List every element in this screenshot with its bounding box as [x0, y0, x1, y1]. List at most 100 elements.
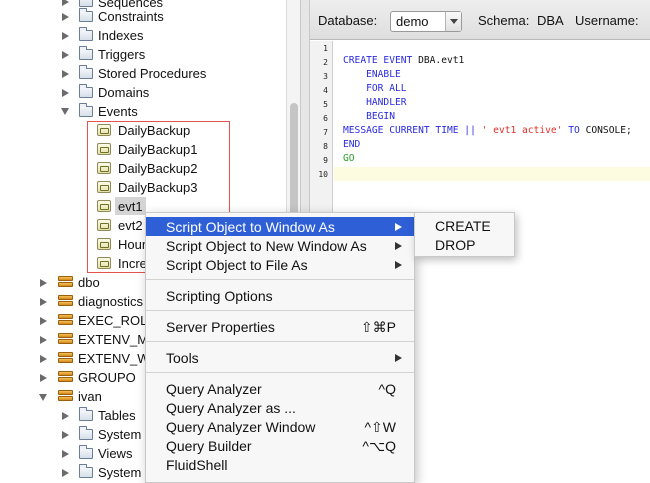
folder-icon	[79, 407, 93, 421]
menu-separator	[146, 279, 414, 280]
chevron-down-icon[interactable]	[445, 12, 461, 31]
expand-arrow-icon[interactable]	[40, 298, 47, 306]
expand-arrow-icon[interactable]	[40, 317, 47, 325]
code-identifier: DBA.evt1	[418, 55, 465, 66]
script-submenu: CREATE DROP	[414, 212, 515, 257]
folder-icon	[79, 445, 93, 459]
schema-label: Schema:	[478, 13, 530, 28]
expand-arrow-icon[interactable]	[62, 412, 69, 420]
code-line-9: GO	[343, 153, 355, 164]
folder-icon	[79, 8, 93, 22]
menu-item-label: Tools	[166, 350, 199, 366]
tree-label-domains: Domains	[98, 85, 150, 100]
submenu-item-create[interactable]: CREATE	[435, 218, 491, 234]
expand-arrow-icon[interactable]	[62, 450, 69, 458]
expand-arrow-icon[interactable]	[62, 32, 69, 40]
submenu-arrow-icon	[395, 223, 402, 231]
code-line-7: MESSAGE CURRENT TIME || ' evt1 active' T…	[343, 125, 632, 136]
code-keyword: CREATE EVENT	[343, 55, 419, 66]
menu-item-script-to-window[interactable]: Script Object to Window As	[146, 217, 414, 236]
tree-label-schema: diagnostics	[78, 294, 144, 309]
folder-icon	[79, 46, 93, 60]
line-number: 4	[323, 86, 328, 95]
code-keyword: MESSAGE CURRENT TIME ||	[343, 125, 482, 136]
expand-arrow-icon[interactable]	[40, 355, 47, 363]
expand-arrow-icon[interactable]	[62, 431, 69, 439]
schema-icon	[58, 333, 73, 346]
menu-item-label: Query Analyzer Window	[166, 419, 316, 435]
menu-item-query-builder[interactable]: Query Builder ^⌥Q	[146, 436, 414, 455]
database-label: Database:	[318, 13, 378, 28]
menu-separator	[146, 310, 414, 311]
expand-arrow-icon[interactable]	[40, 336, 47, 344]
menu-item-query-analyzer-as[interactable]: Query Analyzer as ...	[146, 398, 414, 417]
schema-icon	[58, 352, 73, 365]
menu-item-label: FluidShell	[166, 457, 228, 473]
code-identifier: CONSOLE;	[585, 125, 632, 136]
line-number: 10	[318, 170, 328, 179]
schema-icon	[58, 276, 73, 289]
expand-arrow-icon[interactable]	[62, 89, 69, 97]
menu-item-server-properties[interactable]: Server Properties ⇧⌘P	[146, 317, 414, 336]
line-number: 9	[323, 156, 328, 165]
code-line-8: END	[343, 139, 361, 150]
code-line-6: BEGIN	[343, 111, 395, 122]
code-string: ' evt1 active'	[481, 125, 563, 136]
line-number: 1	[323, 44, 328, 53]
menu-item-tools[interactable]: Tools	[146, 348, 414, 367]
menu-item-query-analyzer[interactable]: Query Analyzer ^Q	[146, 379, 414, 398]
menu-item-scripting-options[interactable]: Scripting Options	[146, 286, 414, 305]
username-label: Username:	[575, 13, 639, 28]
collapse-arrow-icon[interactable]	[39, 394, 47, 401]
submenu-item-drop[interactable]: DROP	[435, 237, 475, 253]
tree-label-folder: Views	[98, 446, 133, 461]
code-line-3: ENABLE	[343, 69, 401, 80]
menu-item-label: Server Properties	[166, 319, 275, 335]
expand-arrow-icon[interactable]	[62, 51, 69, 59]
folder-icon	[79, 0, 93, 7]
line-number: 3	[323, 72, 328, 81]
menu-shortcut: ^Q	[378, 381, 396, 397]
editor-toolbar: Database: demo Schema: DBA Username:	[310, 0, 650, 40]
tree-label-folder: Tables	[98, 408, 136, 423]
tree-label-constraints: Constraints	[98, 9, 164, 24]
menu-item-query-analyzer-window[interactable]: Query Analyzer Window ^⇧W	[146, 417, 414, 436]
menu-item-label: Scripting Options	[166, 288, 273, 304]
line-number: 8	[323, 142, 328, 151]
expand-arrow-icon[interactable]	[62, 13, 69, 21]
code-line-4: FOR ALL	[343, 83, 407, 94]
submenu-arrow-icon	[395, 242, 402, 250]
expand-arrow-icon[interactable]	[62, 70, 69, 78]
code-line-2: CREATE EVENT DBA.evt1	[343, 55, 464, 66]
expand-arrow-icon[interactable]	[62, 0, 69, 6]
menu-shortcut: ⇧⌘P	[360, 319, 396, 335]
tree-label-events: Events	[98, 104, 138, 119]
schema-icon	[58, 314, 73, 327]
expand-arrow-icon[interactable]	[62, 469, 69, 477]
schema-value: DBA	[537, 13, 564, 28]
menu-item-fluidshell[interactable]: FluidShell	[146, 455, 414, 474]
schema-icon	[58, 295, 73, 308]
menu-item-label: Query Builder	[166, 438, 252, 454]
expand-arrow-icon[interactable]	[40, 279, 47, 287]
folder-icon	[79, 426, 93, 440]
menu-separator	[146, 341, 414, 342]
schema-icon	[58, 371, 73, 384]
menu-item-script-to-new-window[interactable]: Script Object to New Window As	[146, 236, 414, 255]
folder-icon	[79, 27, 93, 41]
folder-icon	[79, 65, 93, 79]
menu-item-label: Query Analyzer as ...	[166, 400, 296, 416]
current-line-highlight	[334, 167, 650, 181]
tree-label-schema: dbo	[78, 275, 100, 290]
submenu-arrow-icon	[395, 354, 402, 362]
tree-label-triggers: Triggers	[98, 47, 146, 62]
menu-item-label: Script Object to New Window As	[166, 238, 367, 254]
menu-item-label: Script Object to Window As	[166, 219, 335, 235]
expand-arrow-icon[interactable]	[40, 374, 47, 382]
tree-label-schema: GROUPO	[78, 370, 136, 385]
submenu-arrow-icon	[395, 261, 402, 269]
database-select[interactable]: demo	[390, 11, 462, 32]
collapse-arrow-icon[interactable]	[61, 108, 69, 115]
menu-shortcut: ^⇧W	[364, 419, 396, 435]
menu-item-script-to-file[interactable]: Script Object to File As	[146, 255, 414, 274]
